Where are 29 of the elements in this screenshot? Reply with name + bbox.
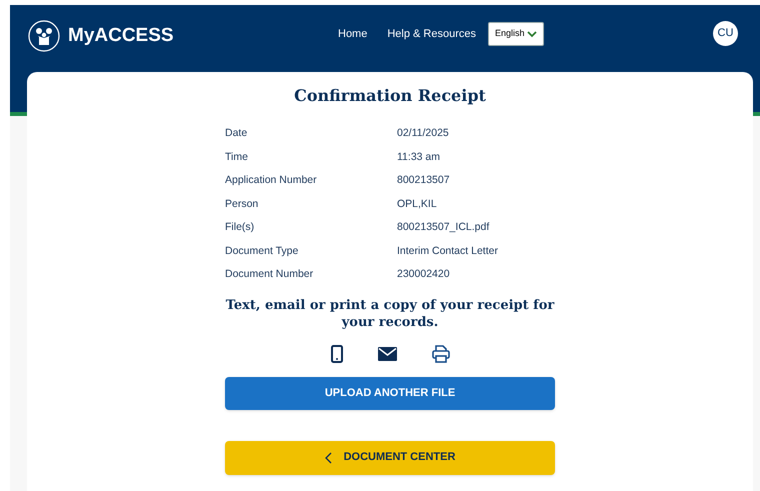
nav-link[interactable]: Help & Resources bbox=[387, 26, 476, 42]
printer-icon[interactable] bbox=[432, 344, 450, 362]
detail-label: Date bbox=[225, 126, 248, 141]
chevron-left-icon bbox=[324, 452, 332, 464]
detail-label: Person bbox=[225, 196, 260, 212]
detail-label: Application Number bbox=[225, 173, 318, 188]
detail-value: OPL,KIL bbox=[397, 196, 437, 212]
upload-button[interactable]: UPLOAD ANOTHER FILE bbox=[225, 376, 555, 410]
phone-icon[interactable] bbox=[330, 344, 342, 362]
detail-value: 800213507 bbox=[397, 173, 450, 188]
nav-link[interactable]: Home bbox=[338, 26, 368, 42]
document-center-button[interactable]: DOCUMENT CENTER bbox=[225, 440, 555, 474]
logo-icon bbox=[28, 20, 60, 52]
detail-label: Document Number bbox=[225, 267, 314, 282]
detail-value: 230002420 bbox=[397, 267, 450, 282]
share-prompt: Text, email or print a copy of your receipt for your records. bbox=[225, 296, 555, 330]
detail-value: 11:33 am bbox=[397, 150, 440, 164]
brand-name: MyACCESS bbox=[68, 24, 174, 48]
detail-label: Document Type bbox=[225, 244, 300, 258]
user-avatar[interactable]: CU bbox=[713, 21, 738, 46]
email-icon[interactable] bbox=[378, 346, 396, 360]
chevron-down-icon bbox=[527, 30, 537, 38]
detail-value: 02/11/2025 bbox=[397, 126, 449, 141]
detail-label: Time bbox=[225, 150, 249, 164]
detail-value: 800213507_ICL.pdf bbox=[397, 220, 490, 235]
page-title: Confirmation Receipt bbox=[294, 85, 486, 107]
detail-label: File(s) bbox=[225, 220, 256, 235]
detail-value: Interim Contact Letter bbox=[397, 244, 498, 258]
language-select[interactable]: English bbox=[488, 22, 544, 46]
